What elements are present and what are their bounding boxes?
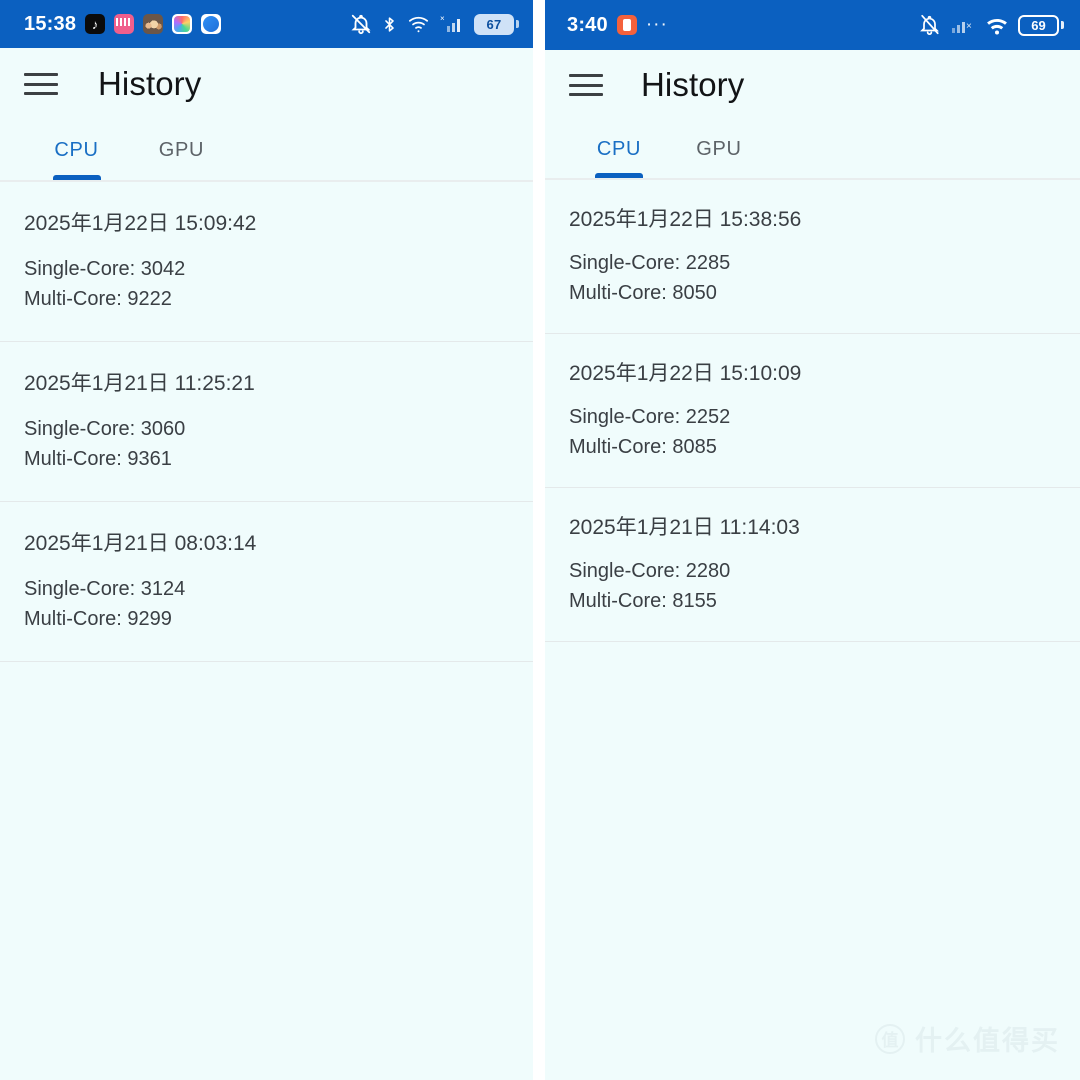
tab-cpu[interactable]: CPU bbox=[569, 120, 669, 178]
wifi-icon bbox=[407, 14, 430, 34]
right-app-bar: History bbox=[545, 50, 1080, 120]
more-dots-icon: ··· bbox=[645, 14, 668, 35]
battery-percent: 67 bbox=[474, 13, 514, 35]
left-app-bar: History bbox=[0, 48, 533, 120]
history-item-multi-core: Multi-Core: 8085 bbox=[569, 436, 717, 458]
blue-app-icon bbox=[201, 14, 222, 34]
left-tab-bar: CPU GPU bbox=[0, 120, 533, 180]
page-title: History bbox=[641, 66, 745, 103]
battery-nub-icon bbox=[1061, 21, 1064, 29]
history-item-date: 2025年1月22日 15:38:56 bbox=[569, 208, 802, 231]
tiktok-icon bbox=[85, 14, 106, 34]
panel-divider bbox=[533, 0, 545, 1080]
history-item-single-core: Single-Core: 3124 bbox=[24, 578, 186, 600]
history-item-date: 2025年1月21日 11:25:21 bbox=[24, 372, 255, 395]
pink-app-icon bbox=[114, 14, 135, 34]
history-item-single-core: Single-Core: 2285 bbox=[569, 252, 731, 274]
hamburger-menu-icon[interactable] bbox=[569, 74, 603, 96]
battery-indicator: 67 bbox=[474, 13, 519, 35]
status-clock: 15:38 bbox=[24, 12, 77, 35]
history-item-single-core: Single-Core: 3042 bbox=[24, 258, 186, 280]
dual-phone-screenshot: 15:38 ♪ × 67 History CPU GPU 2025年1月22日 … bbox=[0, 0, 1080, 1080]
history-item-multi-core: Multi-Core: 8050 bbox=[569, 282, 717, 304]
history-item-date: 2025年1月22日 15:10:09 bbox=[569, 362, 802, 385]
history-item-multi-core: Multi-Core: 9222 bbox=[24, 288, 172, 310]
right-phone-panel: 3:40 ··· × 69 History CPU GPU 2025年1月22日… bbox=[545, 0, 1080, 1080]
right-status-bar-left-group: 3:40 ··· bbox=[567, 14, 668, 37]
right-status-bar-right-group: × 69 bbox=[918, 14, 1064, 36]
history-item[interactable]: 2025年1月21日 08:03:14 Single-Core: 3124 Mu… bbox=[0, 502, 533, 662]
history-item-multi-core: Multi-Core: 8155 bbox=[569, 590, 717, 612]
history-item-single-core: Single-Core: 2252 bbox=[569, 406, 731, 428]
left-status-bar-right-group: × 67 bbox=[350, 13, 519, 35]
tab-gpu[interactable]: GPU bbox=[669, 120, 769, 178]
history-item-single-core: Single-Core: 3060 bbox=[24, 418, 186, 440]
battery-nub-icon bbox=[516, 20, 519, 28]
history-item[interactable]: 2025年1月21日 11:14:03 Single-Core: 2280 Mu… bbox=[545, 488, 1080, 642]
right-tab-bar: CPU GPU bbox=[545, 120, 1080, 178]
watermark: 值 什么值得买 bbox=[875, 1019, 1060, 1058]
page-title: History bbox=[98, 65, 202, 102]
status-clock: 3:40 bbox=[567, 13, 608, 36]
cellular-signal-off-icon: × bbox=[950, 14, 976, 36]
battery-indicator: 69 bbox=[1018, 14, 1064, 36]
left-status-bar-left-group: 15:38 bbox=[24, 12, 222, 36]
bluetooth-icon bbox=[381, 14, 398, 35]
bell-off-icon bbox=[350, 13, 372, 35]
history-item-multi-core: Multi-Core: 9361 bbox=[24, 448, 172, 470]
watermark-badge: 值 bbox=[875, 1023, 905, 1054]
orange-app-icon bbox=[616, 15, 637, 35]
color-app-icon bbox=[172, 14, 193, 34]
left-phone-panel: 15:38 ♪ × 67 History CPU GPU 2025年1月22日 … bbox=[0, 0, 533, 1080]
tab-cpu[interactable]: CPU bbox=[24, 120, 129, 180]
watermark-text: 什么值得买 bbox=[915, 1026, 1060, 1056]
svg-text:×: × bbox=[440, 14, 445, 23]
bell-off-icon bbox=[918, 14, 941, 36]
history-item-date: 2025年1月21日 11:14:03 bbox=[569, 516, 800, 539]
history-item-multi-core: Multi-Core: 9299 bbox=[24, 608, 172, 630]
hamburger-menu-icon[interactable] bbox=[24, 73, 58, 95]
right-status-bar: 3:40 ··· × 69 bbox=[545, 0, 1080, 50]
history-item[interactable]: 2025年1月22日 15:09:42 Single-Core: 3042 Mu… bbox=[0, 182, 533, 342]
photo-app-icon bbox=[143, 14, 164, 34]
left-history-list: 2025年1月22日 15:09:42 Single-Core: 3042 Mu… bbox=[0, 182, 533, 662]
history-item[interactable]: 2025年1月21日 11:25:21 Single-Core: 3060 Mu… bbox=[0, 342, 533, 502]
left-status-bar: 15:38 ♪ × 67 bbox=[0, 0, 533, 48]
history-item[interactable]: 2025年1月22日 15:10:09 Single-Core: 2252 Mu… bbox=[545, 334, 1080, 488]
history-item[interactable]: 2025年1月22日 15:38:56 Single-Core: 2285 Mu… bbox=[545, 180, 1080, 334]
battery-percent: 69 bbox=[1018, 14, 1059, 36]
history-item-date: 2025年1月21日 08:03:14 bbox=[24, 532, 257, 555]
right-history-list: 2025年1月22日 15:38:56 Single-Core: 2285 Mu… bbox=[545, 180, 1080, 642]
svg-text:×: × bbox=[966, 21, 972, 32]
history-item-single-core: Single-Core: 2280 bbox=[569, 560, 731, 582]
wifi-icon bbox=[985, 15, 1009, 36]
history-item-date: 2025年1月22日 15:09:42 bbox=[24, 212, 257, 235]
cellular-signal-icon: × bbox=[439, 13, 465, 35]
tab-gpu[interactable]: GPU bbox=[129, 120, 234, 180]
